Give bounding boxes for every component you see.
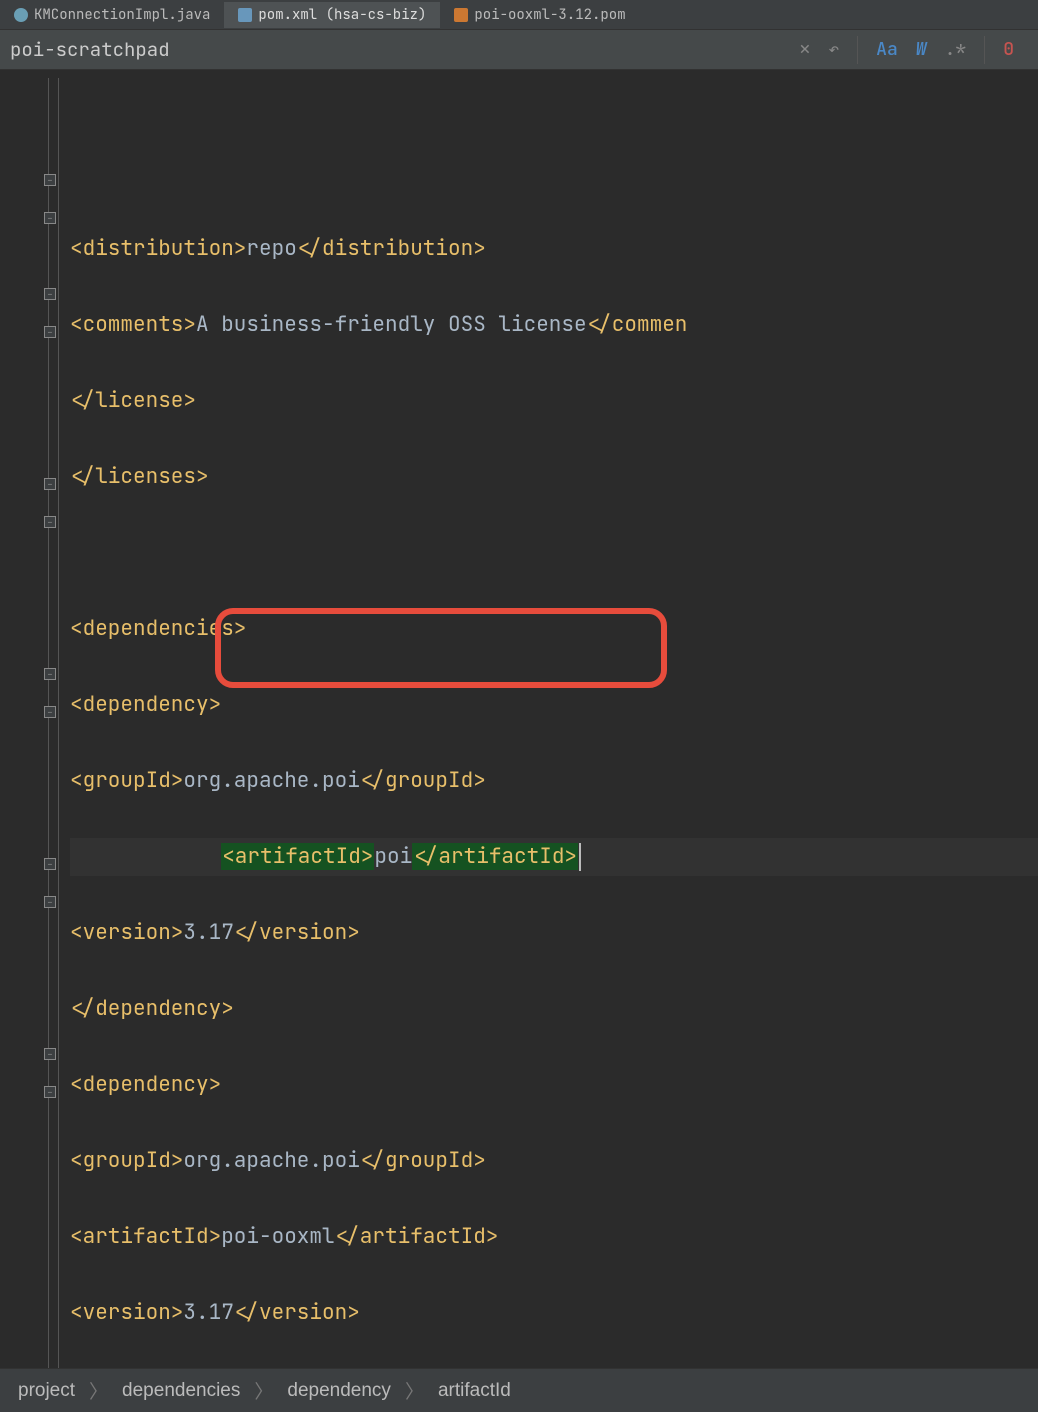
fold-icon[interactable]: – [44, 706, 56, 718]
chevron-right-icon: 〉 [405, 1377, 424, 1404]
tab-pom-xml[interactable]: pom.xml (hsa-cs-biz) [224, 2, 440, 28]
regex-toggle[interactable]: .* [945, 38, 967, 61]
editor-tab-bar: KMConnectionImpl.java pom.xml (hsa-cs-bi… [0, 0, 1038, 30]
code-lines: <distribution>repo</distribution> <comme… [70, 192, 1038, 1368]
fold-icon[interactable]: – [44, 478, 56, 490]
fold-icon[interactable]: – [44, 212, 56, 224]
prev-match-icon[interactable]: ↶ [828, 38, 839, 61]
whole-word-toggle[interactable]: W [916, 38, 927, 61]
tab-label: pom.xml (hsa-cs-biz) [258, 6, 426, 24]
separator [984, 36, 985, 64]
breadcrumb-item[interactable]: artifactId [438, 1380, 511, 1402]
tab-label: poi-ooxml-3.12.pom [474, 6, 625, 24]
code-line[interactable]: <groupId>org.apache.poi</groupId> [70, 1142, 1038, 1180]
code-line[interactable]: <distribution>repo</distribution> [70, 230, 1038, 268]
fold-icon[interactable]: – [44, 896, 56, 908]
fold-icon[interactable]: – [44, 326, 56, 338]
breadcrumb-bar: project 〉 dependencies 〉 dependency 〉 ar… [0, 1368, 1038, 1412]
fold-icon[interactable]: – [44, 174, 56, 186]
separator [857, 36, 858, 64]
tab-java-file[interactable]: KMConnectionImpl.java [0, 2, 224, 28]
code-line[interactable]: <groupId>org.apache.poi</groupId> [70, 762, 1038, 800]
code-line[interactable]: <dependencies> [70, 610, 1038, 648]
tab-label: KMConnectionImpl.java [34, 6, 210, 24]
match-count: 0 [1003, 38, 1024, 61]
maven-icon [238, 8, 252, 22]
code-line[interactable]: <comments>A business-friendly OSS licens… [70, 306, 1038, 344]
code-line[interactable]: </licenses> [70, 458, 1038, 496]
java-icon [14, 8, 28, 22]
tab-pom-file[interactable]: poi-ooxml-3.12.pom [440, 2, 639, 28]
breadcrumb-item[interactable]: dependency [287, 1380, 391, 1402]
match-case-toggle[interactable]: Aa [876, 38, 898, 61]
find-bar: ✕ ↶ Aa W .* 0 [0, 30, 1038, 70]
chevron-right-icon: 〉 [89, 1377, 108, 1404]
gutter: – – – – – – – – – – – – [0, 78, 70, 1368]
code-line[interactable]: <artifactId>poi-ooxml</artifactId> [70, 1218, 1038, 1256]
breadcrumb-item[interactable]: project [18, 1380, 75, 1402]
fold-icon[interactable]: – [44, 1048, 56, 1060]
code-line[interactable]: <version>3.17</version> [70, 1294, 1038, 1332]
chevron-right-icon: 〉 [254, 1377, 273, 1404]
code-line[interactable]: <artifactId>poi</artifactId> [70, 838, 1038, 876]
fold-icon[interactable]: – [44, 1086, 56, 1098]
code-line[interactable]: </dependency> [70, 990, 1038, 1028]
code-line[interactable]: </license> [70, 382, 1038, 420]
search-controls: ✕ ↶ Aa W .* 0 [800, 36, 1038, 64]
fold-icon[interactable]: – [44, 288, 56, 300]
xml-icon [454, 8, 468, 22]
code-editor[interactable]: – – – – – – – – – – – – <distribution>re… [0, 70, 1038, 1368]
breadcrumb-item[interactable]: dependencies [122, 1380, 240, 1402]
fold-icon[interactable]: – [44, 858, 56, 870]
code-line[interactable]: <dependency> [70, 686, 1038, 724]
fold-icon[interactable]: – [44, 516, 56, 528]
code-line[interactable] [70, 534, 1038, 572]
code-line[interactable]: <dependency> [70, 1066, 1038, 1104]
code-line[interactable]: <version>3.17</version> [70, 914, 1038, 952]
text-caret [579, 843, 581, 871]
search-input[interactable] [0, 30, 800, 69]
fold-icon[interactable]: – [44, 668, 56, 680]
close-icon[interactable]: ✕ [800, 38, 811, 61]
